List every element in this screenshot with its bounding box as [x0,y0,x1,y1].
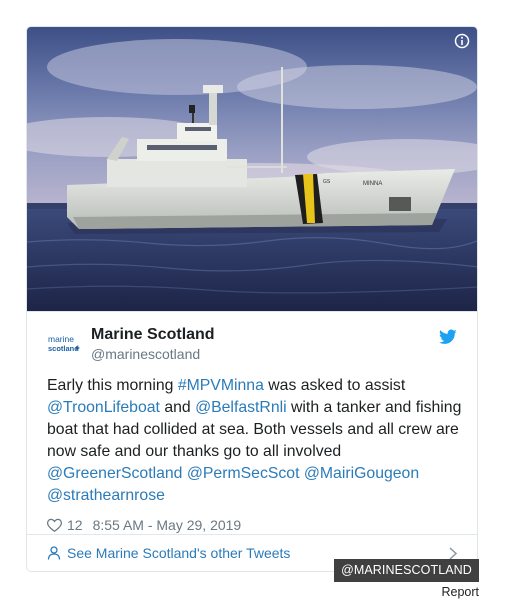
heart-icon[interactable] [47,518,62,532]
author-name[interactable]: Marine Scotland [91,325,215,345]
avatar[interactable]: marine scotland [47,327,83,363]
tweet-photo[interactable]: MINNA GS [27,27,477,312]
avatar-text-line2: scotland [48,344,79,353]
hashtag-link[interactable]: #MPVMinna [178,377,264,394]
tweet-text-segment: was asked to assist [263,377,406,394]
tweet-timestamp[interactable]: 8:55 AM - May 29, 2019 [93,517,242,533]
ship-code-text: GS [323,179,331,185]
see-other-tweets-label[interactable]: See Marine Scotland's other Tweets [67,545,290,561]
mention-link[interactable]: @BelfastRnli [195,399,287,416]
report-link[interactable]: Report [441,585,479,599]
tweet-body: marine scotland Marine Scotland @marines… [27,312,477,535]
avatar-text-line1: marine [48,334,74,344]
page: MINNA GS marine scotland Marine Scotland [0,0,521,605]
mention-link[interactable]: @strathearnrose [47,487,165,504]
author-names[interactable]: Marine Scotland @marinescotland [91,325,215,363]
tweet-author: marine scotland Marine Scotland @marines… [47,325,457,367]
info-icon[interactable] [454,33,470,49]
author-handle[interactable]: @marinescotland [91,345,215,363]
embedded-tweet-card: MINNA GS marine scotland Marine Scotland [26,26,478,572]
mention-link[interactable]: @TroonLifeboat [47,399,160,416]
person-icon [47,546,61,560]
image-credit: @MARINESCOTLAND [334,559,479,582]
like-count[interactable]: 12 [67,517,83,533]
tweet-meta: 12 8:55 AM - May 29, 2019 [47,515,457,535]
tweet-text: Early this morning #MPVMinna was asked t… [47,375,467,507]
mention-link[interactable]: @MairiGougeon [304,465,419,482]
ship-photo: MINNA GS [27,27,477,311]
tweet-text-segment: Early this morning [47,377,178,394]
twitter-bird-icon[interactable] [439,329,457,345]
tweet-text-segment: and [159,399,196,416]
mention-link[interactable]: @PermSecScot [187,465,300,482]
mention-link[interactable]: @GreenerScotland [47,465,182,482]
ship-name-text: MINNA [363,181,382,187]
